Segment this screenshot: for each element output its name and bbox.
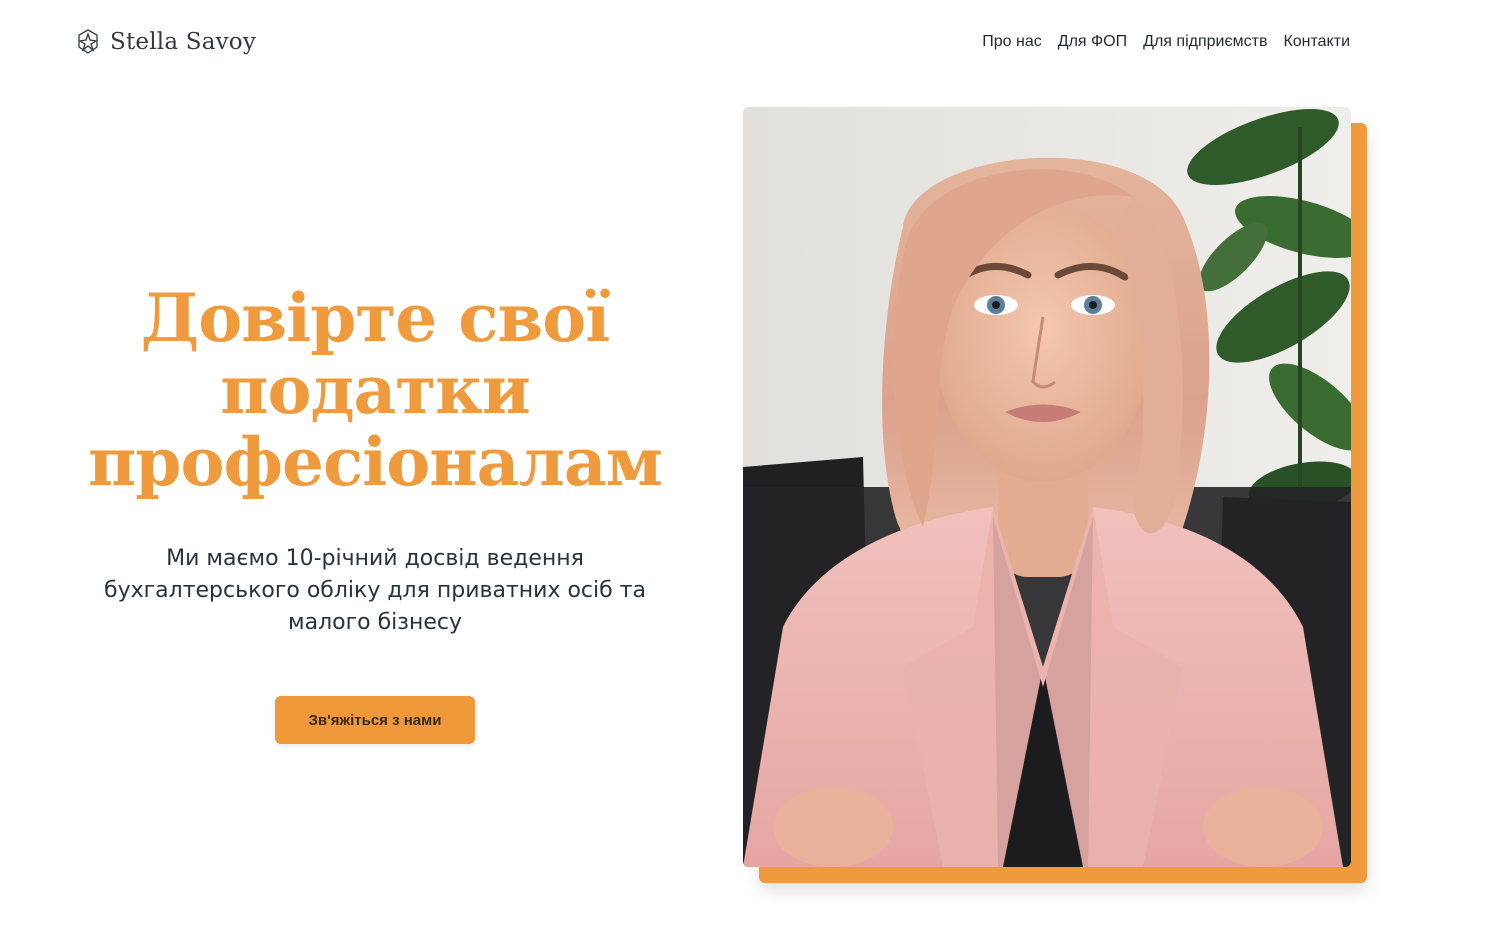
nav-item-fop[interactable]: Для ФОП (1058, 31, 1127, 53)
hero-title-line: податки (220, 351, 531, 429)
hexagon-star-logo-icon (78, 29, 98, 54)
brand-logo[interactable]: Stella Savoy (76, 28, 256, 56)
nav-item-enterprises[interactable]: Для підприємств (1143, 31, 1267, 53)
hero-title-line: професіоналам (88, 423, 663, 501)
main-nav: Про нас Для ФОП Для підприємств Контакти (982, 31, 1350, 53)
brand-name: Stella Savoy (110, 29, 257, 55)
contact-us-button[interactable]: Зв'яжіться з нами (275, 696, 475, 744)
nav-item-about[interactable]: Про нас (982, 31, 1041, 53)
hero-portrait-photo (743, 107, 1351, 867)
hero-subtitle: Ми маємо 10-річний досвід ведення бухгал… (104, 546, 646, 635)
hero-title-line: Довірте свої (140, 279, 611, 357)
portrait-illustration (743, 107, 1351, 867)
hero-title: Довірте свої податки професіоналам (60, 282, 690, 498)
nav-item-contacts[interactable]: Контакти (1283, 31, 1350, 53)
